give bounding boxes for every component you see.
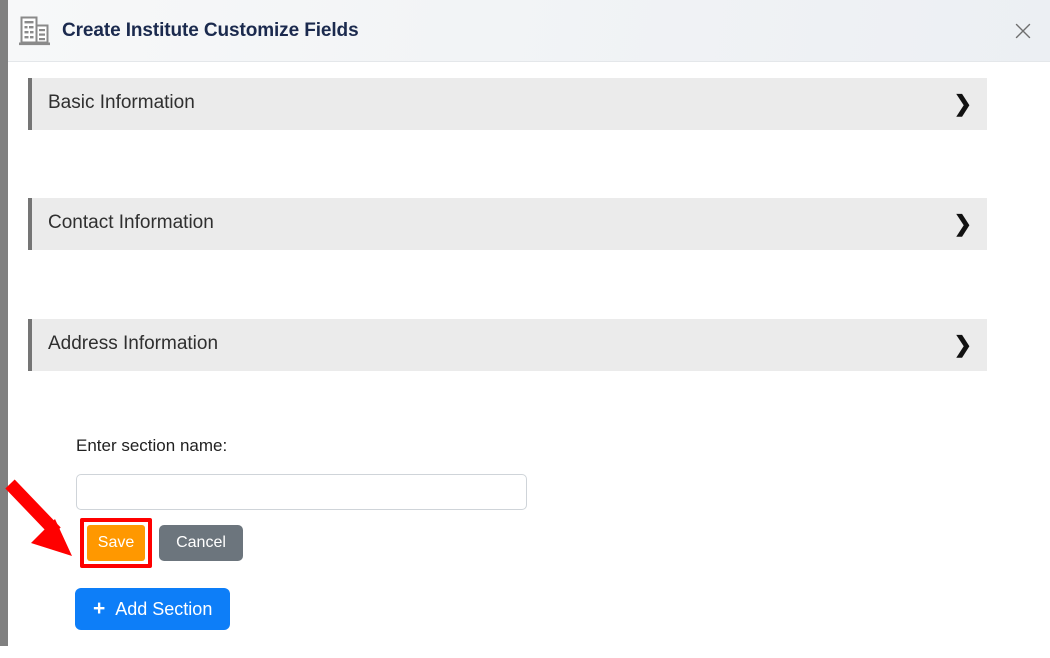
section-accent-bar bbox=[28, 78, 32, 130]
section-name-label: Enter section name: bbox=[76, 436, 228, 455]
background-page-edge bbox=[0, 0, 8, 646]
add-section-label: Add Section bbox=[115, 598, 213, 619]
section-header-basic-information[interactable]: Basic Information ❯ bbox=[28, 78, 987, 130]
close-icon[interactable] bbox=[1005, 13, 1041, 49]
section-header-contact-information[interactable]: Contact Information ❯ bbox=[28, 198, 987, 250]
section-name-input[interactable] bbox=[76, 474, 527, 510]
section-accent-bar bbox=[28, 198, 32, 250]
building-icon bbox=[18, 15, 52, 48]
add-section-button[interactable]: + Add Section bbox=[75, 588, 231, 630]
plus-icon: + bbox=[93, 596, 106, 620]
create-institute-customize-fields-dialog: Create Institute Customize Fields Basic … bbox=[8, 0, 1050, 658]
section-accent-bar bbox=[28, 319, 32, 371]
save-button[interactable]: Save bbox=[87, 525, 145, 561]
section-label: Contact Information bbox=[48, 212, 214, 233]
chevron-right-icon[interactable]: ❯ bbox=[954, 332, 972, 358]
chevron-right-icon[interactable]: ❯ bbox=[954, 91, 972, 117]
section-label: Address Information bbox=[48, 333, 219, 354]
dialog-header: Create Institute Customize Fields bbox=[8, 0, 1050, 62]
section-header-address-information[interactable]: Address Information ❯ bbox=[28, 319, 987, 371]
section-label: Basic Information bbox=[48, 92, 195, 113]
chevron-right-icon[interactable]: ❯ bbox=[954, 211, 972, 237]
dialog-title: Create Institute Customize Fields bbox=[62, 20, 359, 41]
cancel-button[interactable]: Cancel bbox=[159, 525, 243, 561]
